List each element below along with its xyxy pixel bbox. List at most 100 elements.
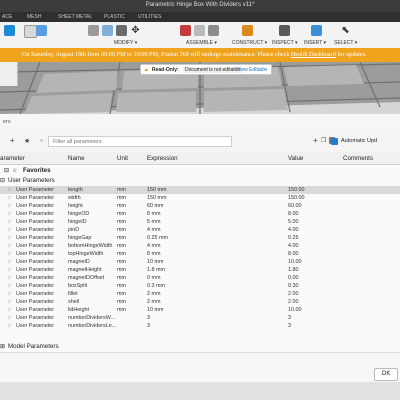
warning-icon: ▲	[144, 66, 149, 73]
assemble-tool-group[interactable]: ASSEMBLE ▾	[178, 24, 232, 46]
browser-panel-collapsed[interactable]	[0, 62, 18, 86]
table-row[interactable]: ☆ User Parameter shell mm 2 mm 2.00	[0, 298, 400, 306]
favorite-star-icon[interactable]: ☆	[7, 307, 12, 313]
col-expression[interactable]: Expression	[147, 155, 178, 162]
bottom-strip	[0, 382, 400, 400]
ok-button[interactable]: OK	[374, 368, 398, 381]
col-name[interactable]: Name	[68, 155, 85, 162]
favorite-star-icon[interactable]: ☆	[7, 211, 12, 217]
insert-tool-group[interactable]: INSERT ▾	[304, 24, 330, 46]
view-editable-link[interactable]: View Editable	[237, 67, 267, 73]
tab-sheet-metal[interactable]: SHEET METAL	[58, 14, 92, 20]
favorite-star-icon[interactable]: ☆	[7, 243, 12, 249]
favorite-star-icon[interactable]: ☆	[7, 315, 12, 321]
table-row[interactable]: ☆ User Parameter boxSplit mm 0.3 mm 0.30	[0, 282, 400, 290]
row-unit: mm	[117, 226, 126, 233]
health-dashboard-link[interactable]: Health Dashboard	[291, 51, 336, 58]
favorite-star-icon[interactable]: ☆	[7, 235, 12, 241]
select-tool-group[interactable]: ⬉ SELECT ▾	[334, 24, 358, 46]
row-type: User Parameter	[16, 226, 55, 233]
user-parameters-group[interactable]: ⊟ User Parameters	[0, 176, 400, 186]
col-value[interactable]: Value	[288, 155, 303, 162]
favorite-star-icon[interactable]: ☆	[7, 251, 12, 257]
title-bar: Parametric Hinge Box With Dividers v11*	[0, 0, 400, 12]
row-name: boxSplit	[68, 282, 88, 289]
favorite-star-icon[interactable]: ☆	[7, 323, 12, 329]
automatic-update-checkbox[interactable]	[331, 138, 338, 145]
favorite-star-icon[interactable]: ☆	[7, 219, 12, 225]
table-row[interactable]: ☆ User Parameter hingeID mm 5 mm 5.00	[0, 218, 400, 226]
row-expression: 0.3 mm	[147, 282, 165, 289]
favorites-label: Favorites	[23, 167, 51, 174]
measure-icon	[279, 25, 290, 36]
modify-tool-group[interactable]: ✥ MODIFY ▾	[86, 24, 146, 46]
row-value: 3	[288, 314, 291, 321]
col-comments[interactable]: Comments	[343, 155, 373, 162]
favorite-star-icon[interactable]: ☆	[7, 299, 12, 305]
row-name: hingeOD	[68, 210, 90, 217]
col-unit[interactable]: Unit	[117, 155, 128, 162]
col-parameter[interactable]: arameter	[0, 155, 25, 162]
row-name: magnetDOffset	[68, 274, 105, 281]
tab-ace[interactable]: ACE	[2, 14, 12, 20]
star-filter-icon[interactable]: ★	[24, 137, 30, 145]
favorite-star-icon[interactable]: ☆	[7, 267, 12, 273]
table-row[interactable]: ☆ User Parameter numberDividersLe... 3 3	[0, 322, 400, 330]
row-value: 10.00	[288, 306, 302, 313]
copy-icon[interactable]: ❐	[321, 137, 326, 144]
favorites-group[interactable]: ⊟ ☆ Favorites	[0, 166, 400, 176]
add-icon[interactable]: +	[313, 136, 318, 145]
table-row[interactable]: ☆ User Parameter width mm 150 mm 150.00	[0, 194, 400, 202]
table-row[interactable]: ☆ User Parameter fillet mm 2 mm 2.00	[0, 290, 400, 298]
row-value: 150.00	[288, 194, 305, 201]
row-type: User Parameter	[16, 186, 55, 193]
favorite-star-icon[interactable]: ☆	[7, 291, 12, 297]
table-row[interactable]: ☆ User Parameter numberDividersW... 3 3	[0, 314, 400, 322]
create-tool-group[interactable]	[22, 24, 47, 46]
row-name: numberDividersLe...	[68, 322, 117, 329]
table-row[interactable]: ☆ User Parameter bottomHingeWidth mm 4 mm 4.0…	[0, 242, 400, 250]
row-type: User Parameter	[16, 314, 55, 321]
table-row[interactable]: ☆ User Parameter height mm 60 mm 60.00	[0, 202, 400, 210]
construct-tool-group[interactable]: CONSTRUCT ▾	[232, 24, 267, 46]
table-row[interactable]: ☆ User Parameter hingeOD mm 8 mm 8.00	[0, 210, 400, 218]
table-row[interactable]: ☆ User Parameter pinD mm 4 mm 4.00	[0, 226, 400, 234]
favorite-star-icon[interactable]: ☆	[7, 283, 12, 289]
row-type: User Parameter	[16, 250, 55, 257]
press-pull-icon	[88, 25, 99, 36]
row-expression: 2 mm	[147, 298, 161, 305]
favorite-star-icon[interactable]: ☆	[7, 259, 12, 265]
table-row[interactable]: ☆ User Parameter hingeGap mm 0.25 mm 0.25	[0, 234, 400, 242]
insert-label: INSERT ▾	[304, 40, 327, 46]
row-unit: mm	[117, 218, 126, 225]
add-parameter-icon[interactable]: +	[10, 136, 15, 145]
collapse-icon: ⊟	[0, 177, 6, 184]
table-row[interactable]: ☆ User Parameter topHingeWidth mm 8 mm 8.00	[0, 250, 400, 258]
table-row[interactable]: ☆ User Parameter magnetDOffset mm 0 mm 0.00	[0, 274, 400, 282]
table-row[interactable]: ☆ User Parameter lidHeight mm 10 mm 10.00	[0, 306, 400, 314]
row-unit: mm	[117, 258, 126, 265]
row-expression: 3	[147, 314, 150, 321]
table-row[interactable]: ☆ User Parameter length mm 150 mm 150.00	[0, 186, 400, 194]
tab-plastic[interactable]: PLASTIC	[104, 14, 125, 20]
model-parameters-group[interactable]: ⊞ Model Parameters	[0, 343, 400, 351]
tab-utilities[interactable]: UTILITIES	[138, 14, 161, 20]
table-row[interactable]: ☆ User Parameter magnetD mm 10 mm 10.00	[0, 258, 400, 266]
filter-parameters-input[interactable]	[48, 136, 232, 147]
favorite-star-icon[interactable]: ☆	[7, 195, 12, 201]
row-unit: mm	[117, 250, 126, 257]
favorite-star-icon[interactable]: ☆	[7, 275, 12, 281]
favorite-star-icon[interactable]: ☆	[7, 227, 12, 233]
favorite-star-icon[interactable]: ☆	[7, 187, 12, 193]
row-value: 4.00	[288, 242, 299, 249]
tab-mesh[interactable]: MESH	[27, 14, 41, 20]
sketch-tool-group[interactable]	[2, 24, 18, 46]
row-type: User Parameter	[16, 282, 55, 289]
row-value: 8.00	[288, 250, 299, 257]
row-value: 0.00	[288, 274, 299, 281]
new-component-icon	[180, 25, 191, 36]
row-name: shell	[68, 298, 80, 305]
inspect-tool-group[interactable]: INSPECT ▾	[272, 24, 298, 46]
favorite-star-icon[interactable]: ☆	[7, 203, 12, 209]
table-row[interactable]: ☆ User Parameter magnetHeight mm 1.8 mm 1.80	[0, 266, 400, 274]
